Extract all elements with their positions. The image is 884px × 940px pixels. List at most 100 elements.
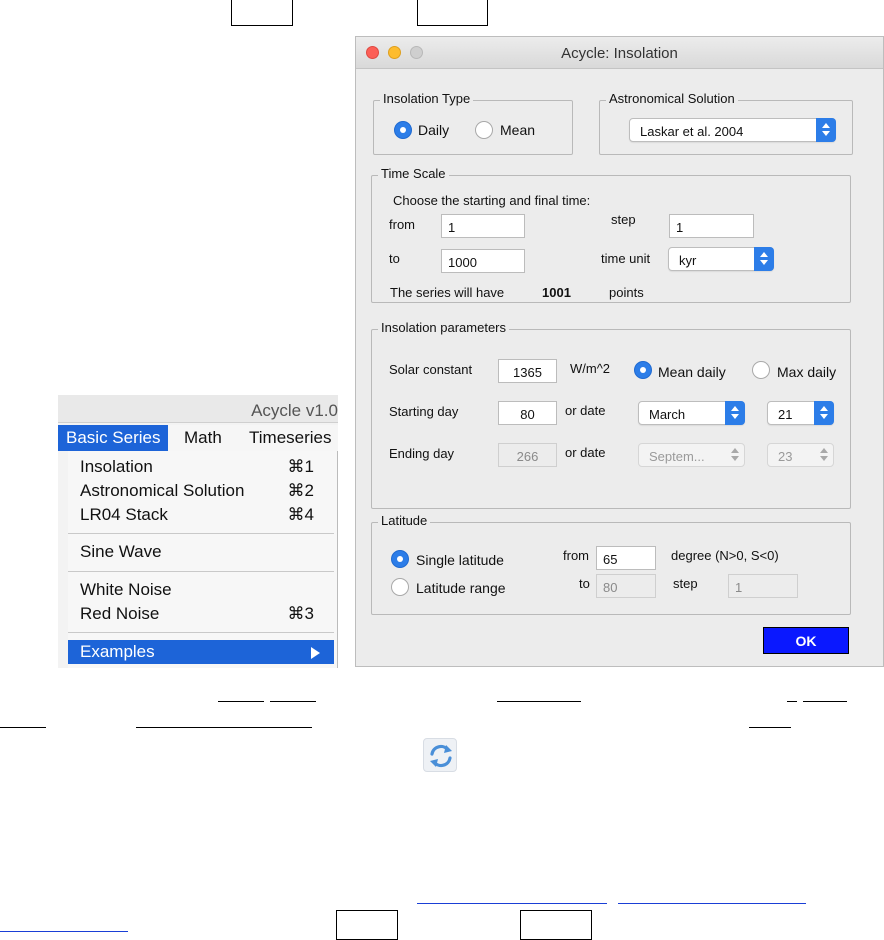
points-count: 1001 [542, 285, 571, 300]
menu-item-examples[interactable]: Examples [68, 640, 334, 664]
group-label: Astronomical Solution [606, 91, 738, 106]
menu-item-label: LR04 Stack [80, 505, 168, 524]
start-month-select[interactable]: March [638, 401, 745, 425]
lat-step-label: step [673, 576, 698, 591]
radio-mean[interactable] [475, 121, 493, 139]
radio-mean-daily-label: Mean daily [658, 364, 726, 380]
starting-day-input[interactable]: 80 [498, 401, 557, 425]
insolation-dialog: Acycle: Insolation Insolation Type Daily… [355, 36, 884, 667]
time-unit-label: time unit [601, 251, 651, 266]
menubar: Basic Series Math Timeseries [58, 425, 338, 451]
group-label: Latitude [378, 513, 431, 528]
chevron-updown-icon [725, 443, 745, 467]
link-underline [417, 903, 607, 904]
select-value: Septem... [649, 449, 705, 464]
radio-daily[interactable] [394, 121, 412, 139]
underline [136, 727, 312, 728]
window-title: Acycle v1.0 [58, 395, 338, 423]
radio-single-latitude-label: Single latitude [416, 552, 504, 568]
ok-button[interactable]: OK [763, 627, 849, 654]
shortcut: ⌘4 [287, 505, 314, 524]
step-input[interactable]: 1 [669, 214, 754, 238]
menu-item-red-noise[interactable]: Red Noise ⌘3 [68, 602, 334, 626]
chevron-updown-icon [816, 118, 836, 142]
underline [218, 701, 264, 702]
astronomical-solution-select[interactable]: Laskar et al. 2004 [629, 118, 836, 142]
lat-to-input: 80 [596, 574, 656, 598]
chevron-updown-icon [814, 443, 834, 467]
insolation-type-group: Insolation Type Daily Mean [373, 91, 573, 155]
radio-single-latitude[interactable] [391, 550, 409, 568]
menu-separator [68, 571, 334, 572]
start-day-select[interactable]: 21 [767, 401, 834, 425]
menu-item-white-noise[interactable]: White Noise [68, 578, 334, 602]
radio-latitude-range-label: Latitude range [416, 580, 506, 596]
acycle-main-window: Acycle v1.0 Basic Series Math Timeseries… [58, 395, 338, 668]
menu-item-label: White Noise [80, 580, 172, 599]
menu-item-label: Sine Wave [80, 542, 162, 561]
menu-timeseries[interactable]: Timeseries [241, 425, 338, 451]
menu-separator [68, 632, 334, 633]
dialog-title: Acycle: Insolation [561, 45, 678, 62]
time-unit-select[interactable]: kyr [668, 247, 774, 271]
radio-max-daily[interactable] [752, 361, 770, 379]
group-label: Time Scale [378, 166, 449, 181]
solar-constant-input[interactable]: 1365 [498, 359, 557, 383]
lat-step-input: 1 [728, 574, 798, 598]
or-date-label-2: or date [565, 445, 606, 460]
refresh-icon[interactable] [423, 738, 457, 772]
chevron-updown-icon [814, 401, 834, 425]
starting-day-label: Starting day [389, 404, 459, 419]
radio-mean-daily[interactable] [634, 361, 652, 379]
top-box-right [417, 0, 488, 26]
lat-to-label: to [579, 576, 590, 591]
top-box-left [231, 0, 293, 26]
summary-prefix: The series will have [390, 285, 505, 300]
menu-item-label: Red Noise [80, 604, 160, 623]
shortcut: ⌘1 [287, 457, 314, 476]
menu-math[interactable]: Math [176, 425, 230, 451]
or-date-label: or date [565, 403, 606, 418]
radio-latitude-range[interactable] [391, 578, 409, 596]
astronomical-solution-group: Astronomical Solution Laskar et al. 2004 [599, 91, 853, 155]
lat-from-input[interactable]: 65 [596, 546, 656, 570]
menu-item-insolation[interactable]: Insolation ⌘1 [68, 455, 334, 479]
underline [497, 701, 581, 702]
from-label: from [389, 217, 415, 232]
link-underline [0, 931, 128, 932]
select-value: kyr [679, 253, 697, 268]
shortcut: ⌘2 [287, 481, 314, 500]
dialog-titlebar[interactable]: Acycle: Insolation [356, 37, 883, 69]
menu-item-lr04-stack[interactable]: LR04 Stack ⌘4 [68, 503, 334, 527]
chevron-updown-icon [725, 401, 745, 425]
underline [803, 701, 847, 702]
unit-label: W/m^2 [570, 361, 611, 376]
menu-basic-series[interactable]: Basic Series [58, 425, 169, 451]
underline [270, 701, 316, 702]
to-input[interactable]: 1000 [441, 249, 525, 273]
end-month-select: Septem... [638, 443, 745, 467]
group-label: Insolation Type [380, 91, 474, 106]
insolation-parameters-group: Insolation parameters Solar constant 136… [371, 320, 851, 509]
menu-item-label: Astronomical Solution [80, 481, 245, 500]
solar-constant-label: Solar constant [389, 362, 473, 377]
basic-series-dropdown: Insolation ⌘1 Astronomical Solution ⌘2 L… [68, 451, 338, 668]
menu-item-label: Insolation [80, 457, 153, 476]
select-value: Laskar et al. 2004 [640, 124, 744, 139]
bottom-box-right [520, 910, 592, 940]
chevron-right-icon [311, 647, 320, 659]
shortcut: ⌘3 [287, 604, 314, 623]
select-value: March [649, 407, 686, 422]
from-input[interactable]: 1 [441, 214, 525, 238]
menu-item-sine-wave[interactable]: Sine Wave [68, 540, 334, 564]
ending-day-label: Ending day [389, 446, 455, 461]
menu-item-astronomical-solution[interactable]: Astronomical Solution ⌘2 [68, 479, 334, 503]
to-label: to [389, 251, 400, 266]
bottom-box-left [336, 910, 398, 940]
time-scale-group: Time Scale Choose the starting and final… [371, 166, 851, 303]
menu-item-label: Examples [80, 642, 155, 661]
select-value: 21 [778, 407, 793, 422]
latitude-group: Latitude Single latitude Latitude range … [371, 513, 851, 615]
underline [787, 701, 797, 702]
step-label: step [611, 212, 636, 227]
